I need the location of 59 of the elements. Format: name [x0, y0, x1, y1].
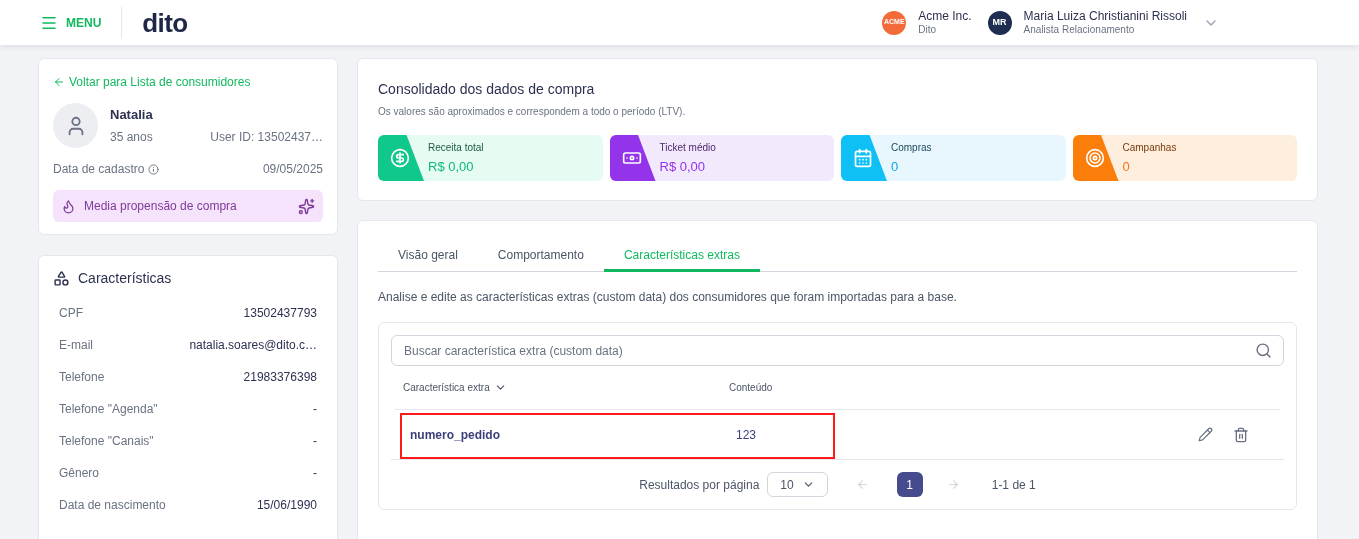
- user-id: User ID: 13502437…: [210, 129, 323, 147]
- stat-label: Ticket médio: [659, 140, 716, 155]
- stat-value: R$ 0,00: [428, 157, 475, 176]
- column-header: Conteúdo: [729, 381, 773, 395]
- flame-icon: [61, 198, 76, 214]
- customer-name: Natalia: [110, 105, 154, 124]
- per-page-select[interactable]: 10: [767, 472, 828, 497]
- field-value: 13502437793: [243, 305, 317, 322]
- organization-subtitle: Dito: [918, 23, 938, 37]
- shapes-icon: [53, 270, 70, 287]
- table-cell-text: numero_pedido: [410, 426, 501, 444]
- search-icon[interactable]: [1255, 342, 1272, 359]
- tab[interactable]: Visão geral: [378, 241, 478, 272]
- info-icon[interactable]: [148, 163, 160, 175]
- user-name: Maria Luiza Christianini Rissoli: [1023, 8, 1187, 24]
- field-label: Telefone "Canais": [59, 433, 154, 450]
- stat-value: 0: [1122, 157, 1131, 176]
- registration-label: Data de cadastro: [53, 161, 145, 178]
- tab[interactable]: Comportamento: [477, 241, 604, 272]
- search-field[interactable]: Buscar característica extra (custom data): [391, 335, 1284, 366]
- target-icon: [1084, 148, 1105, 168]
- field-label: CPF: [59, 305, 83, 322]
- field-label: Gênero: [59, 465, 100, 482]
- field-value: 15/06/1990: [256, 497, 317, 514]
- stat-label: Campanhas: [1122, 140, 1177, 155]
- stat-label: Receita total: [428, 140, 484, 155]
- characteristics-title: Características: [78, 269, 172, 288]
- user-role: Analista Relacionamento: [1023, 23, 1136, 37]
- stat-value: R$ 0,00: [659, 157, 707, 176]
- field-label: Data de nascimento: [59, 497, 166, 514]
- field-value: 21983376398: [243, 369, 317, 386]
- field-label: Telefone "Agenda": [59, 401, 158, 418]
- column-header[interactable]: Característica extra: [403, 380, 490, 395]
- trash-icon[interactable]: [1233, 426, 1249, 443]
- page-button[interactable]: 1: [896, 472, 923, 497]
- field-value: -: [313, 401, 317, 418]
- logo: dito: [142, 9, 188, 36]
- organization-name: Acme Inc.: [918, 8, 972, 24]
- user-avatar: MR: [987, 10, 1012, 35]
- table-cell-text: 123: [736, 426, 757, 444]
- field-value: -: [313, 433, 317, 450]
- field-value: -: [313, 465, 317, 482]
- summary-subtitle: Os valores são aproximados e correspondem a todo o período (LTV).: [378, 105, 687, 119]
- arrow-left-icon: [53, 76, 65, 88]
- field-label: Telefone: [59, 369, 105, 386]
- summary-title: Consolidado dos dados de compra: [378, 80, 596, 99]
- tab-description: Analise e edite as características extras (custom data) dos consumidores que foram importadas para a base.: [378, 289, 958, 306]
- stat-value: 0: [891, 157, 900, 176]
- per-page-label: Resultados por página: [639, 476, 760, 494]
- registration-date: 09/05/2025: [262, 161, 323, 178]
- customer-age: 35 anos: [110, 129, 153, 147]
- sparkles-icon: [298, 197, 315, 215]
- field-label: E-mail: [59, 337, 93, 354]
- stat-label: Compras: [891, 140, 932, 155]
- propensity-label: Media propensão de compra: [84, 198, 237, 215]
- edit-icon[interactable]: [1198, 427, 1213, 442]
- field-value: natalia.soares@dito.c…: [189, 337, 317, 354]
- page-range: 1-1 de 1: [991, 476, 1036, 494]
- money-icon: [390, 148, 410, 168]
